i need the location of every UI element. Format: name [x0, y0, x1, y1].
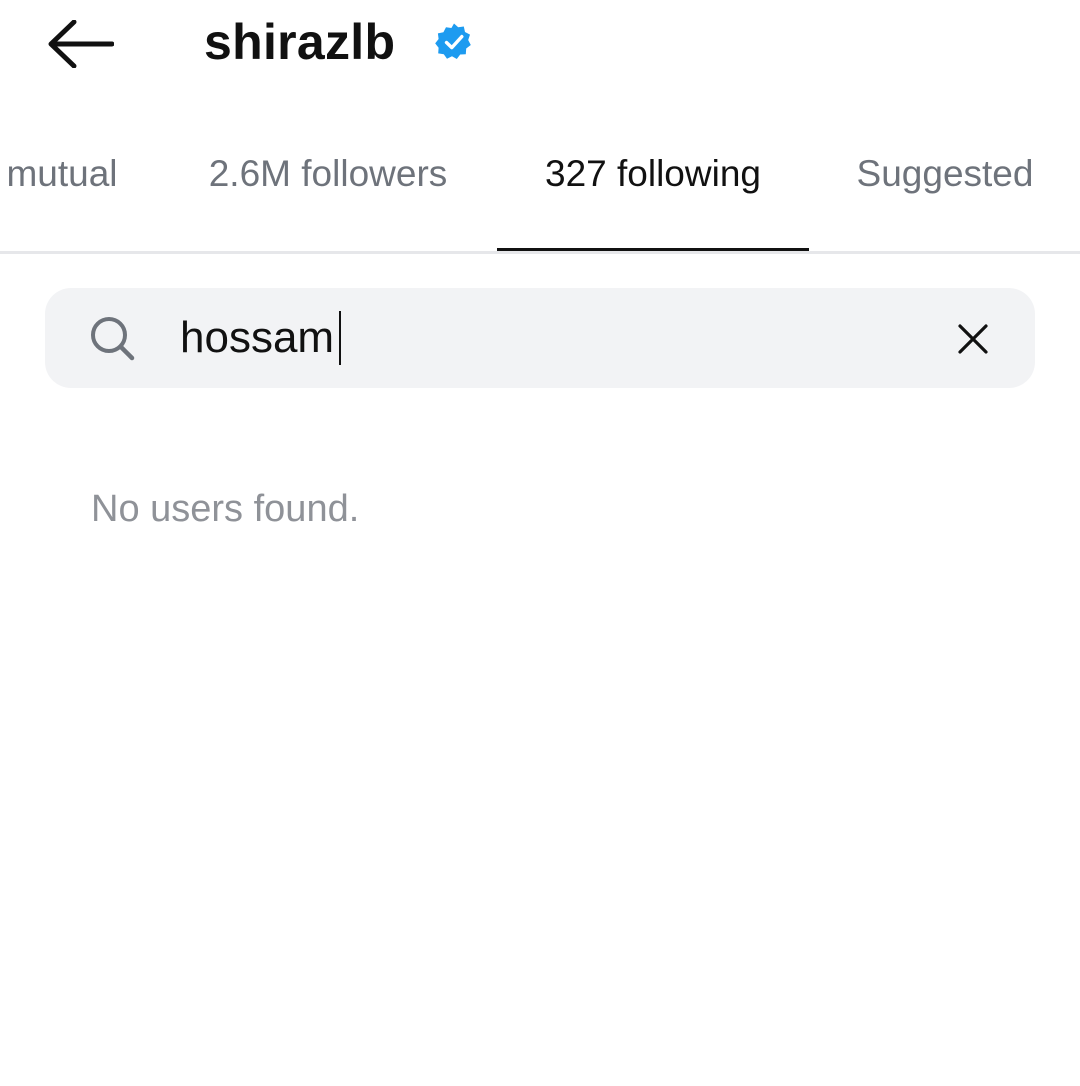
arrow-left-icon: [48, 20, 114, 68]
empty-results-message: No users found.: [91, 488, 360, 530]
search-input[interactable]: [180, 306, 920, 370]
tab-followers[interactable]: 2.6M followers: [160, 130, 496, 251]
tab-following[interactable]: 327 following: [497, 130, 809, 251]
top-bar: shirazlb: [0, 0, 1080, 90]
clear-search-button[interactable]: [946, 312, 1000, 366]
tab-suggested[interactable]: Suggested: [830, 130, 1060, 251]
tab-label: 327 following: [545, 153, 761, 194]
profile-username: shirazlb: [204, 14, 396, 70]
tab-mutual[interactable]: mutual: [0, 130, 132, 251]
tab-label: Suggested: [856, 153, 1034, 194]
search-icon: [91, 317, 135, 361]
following-screen: shirazlb mutual 2.6M followers 327 follo…: [0, 0, 1080, 1086]
back-button[interactable]: [40, 14, 120, 74]
close-icon: [958, 324, 988, 354]
tab-label: 2.6M followers: [208, 153, 448, 194]
text-cursor: [339, 311, 341, 365]
follow-tabs: mutual 2.6M followers 327 following Sugg…: [0, 130, 1080, 254]
verified-badge-icon: [435, 23, 471, 59]
active-tab-indicator: [497, 248, 809, 251]
tab-label: mutual: [6, 153, 118, 194]
